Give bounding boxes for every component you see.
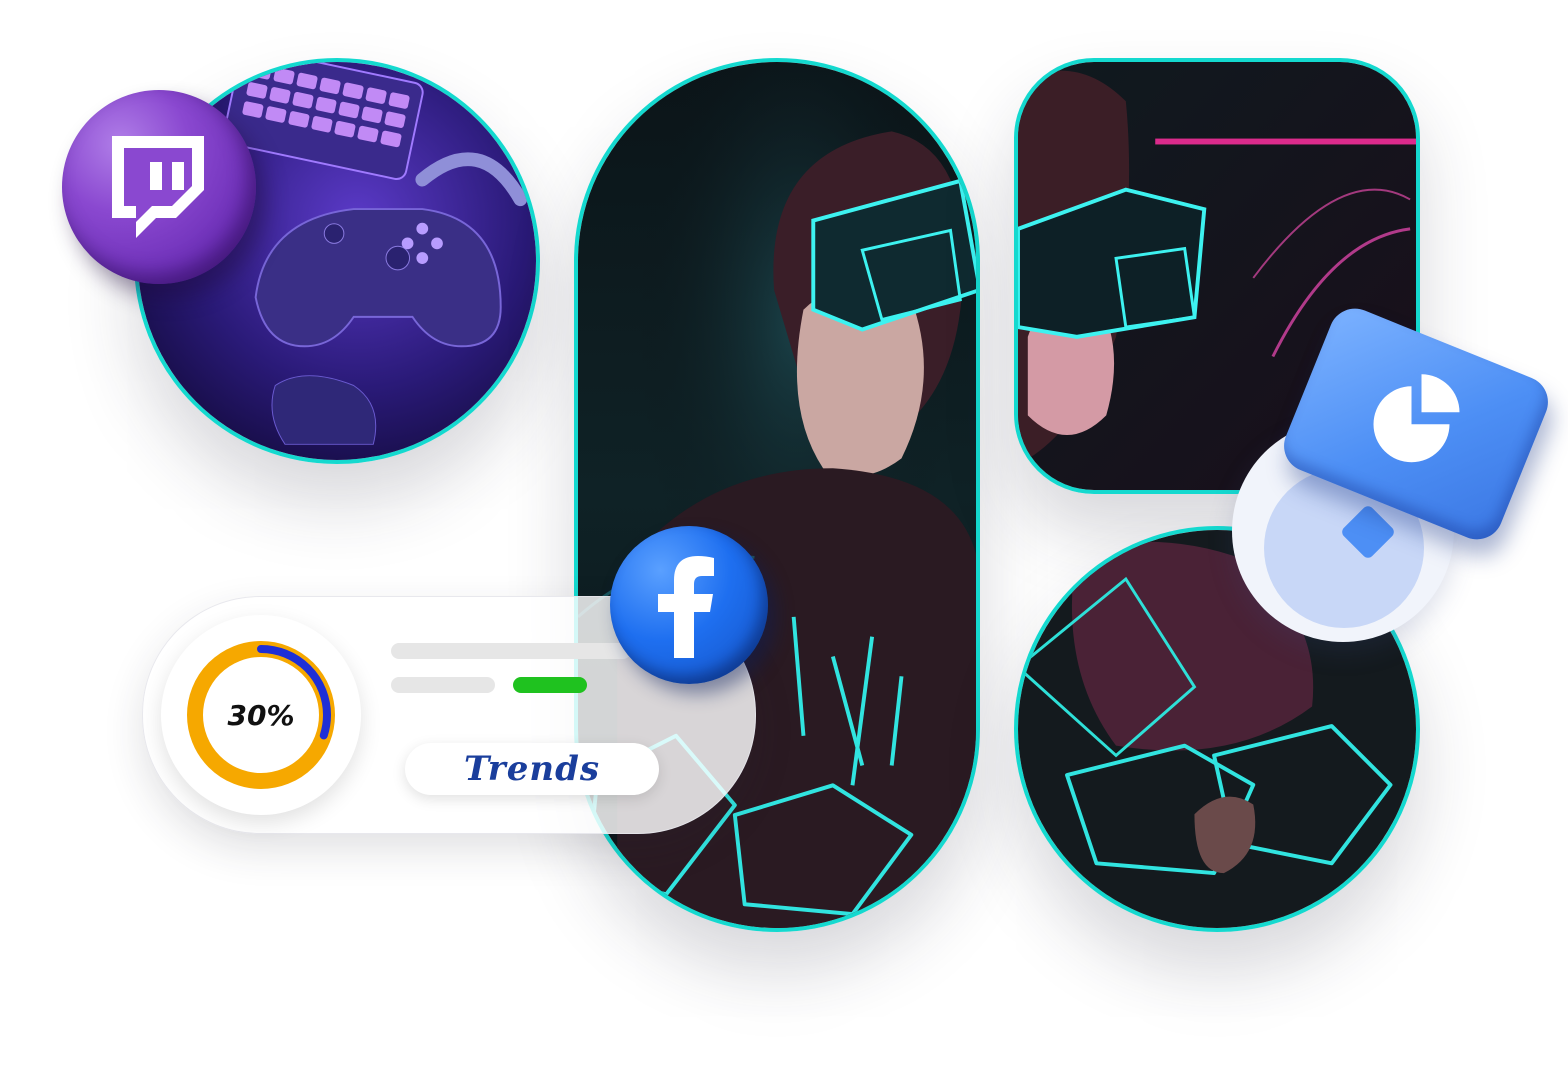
pie-chart-icon [1373,374,1460,463]
placeholder-bar [391,677,495,693]
facebook-badge [610,526,768,684]
progress-donut: 30% [161,615,361,815]
twitch-badge [62,90,256,284]
percent-label: 30% [227,698,295,732]
green-progress-bar [513,677,587,693]
facebook-icon [658,556,714,658]
placeholder-bar [391,643,631,659]
twitch-icon [112,136,204,238]
trends-label: Trends [405,743,659,795]
